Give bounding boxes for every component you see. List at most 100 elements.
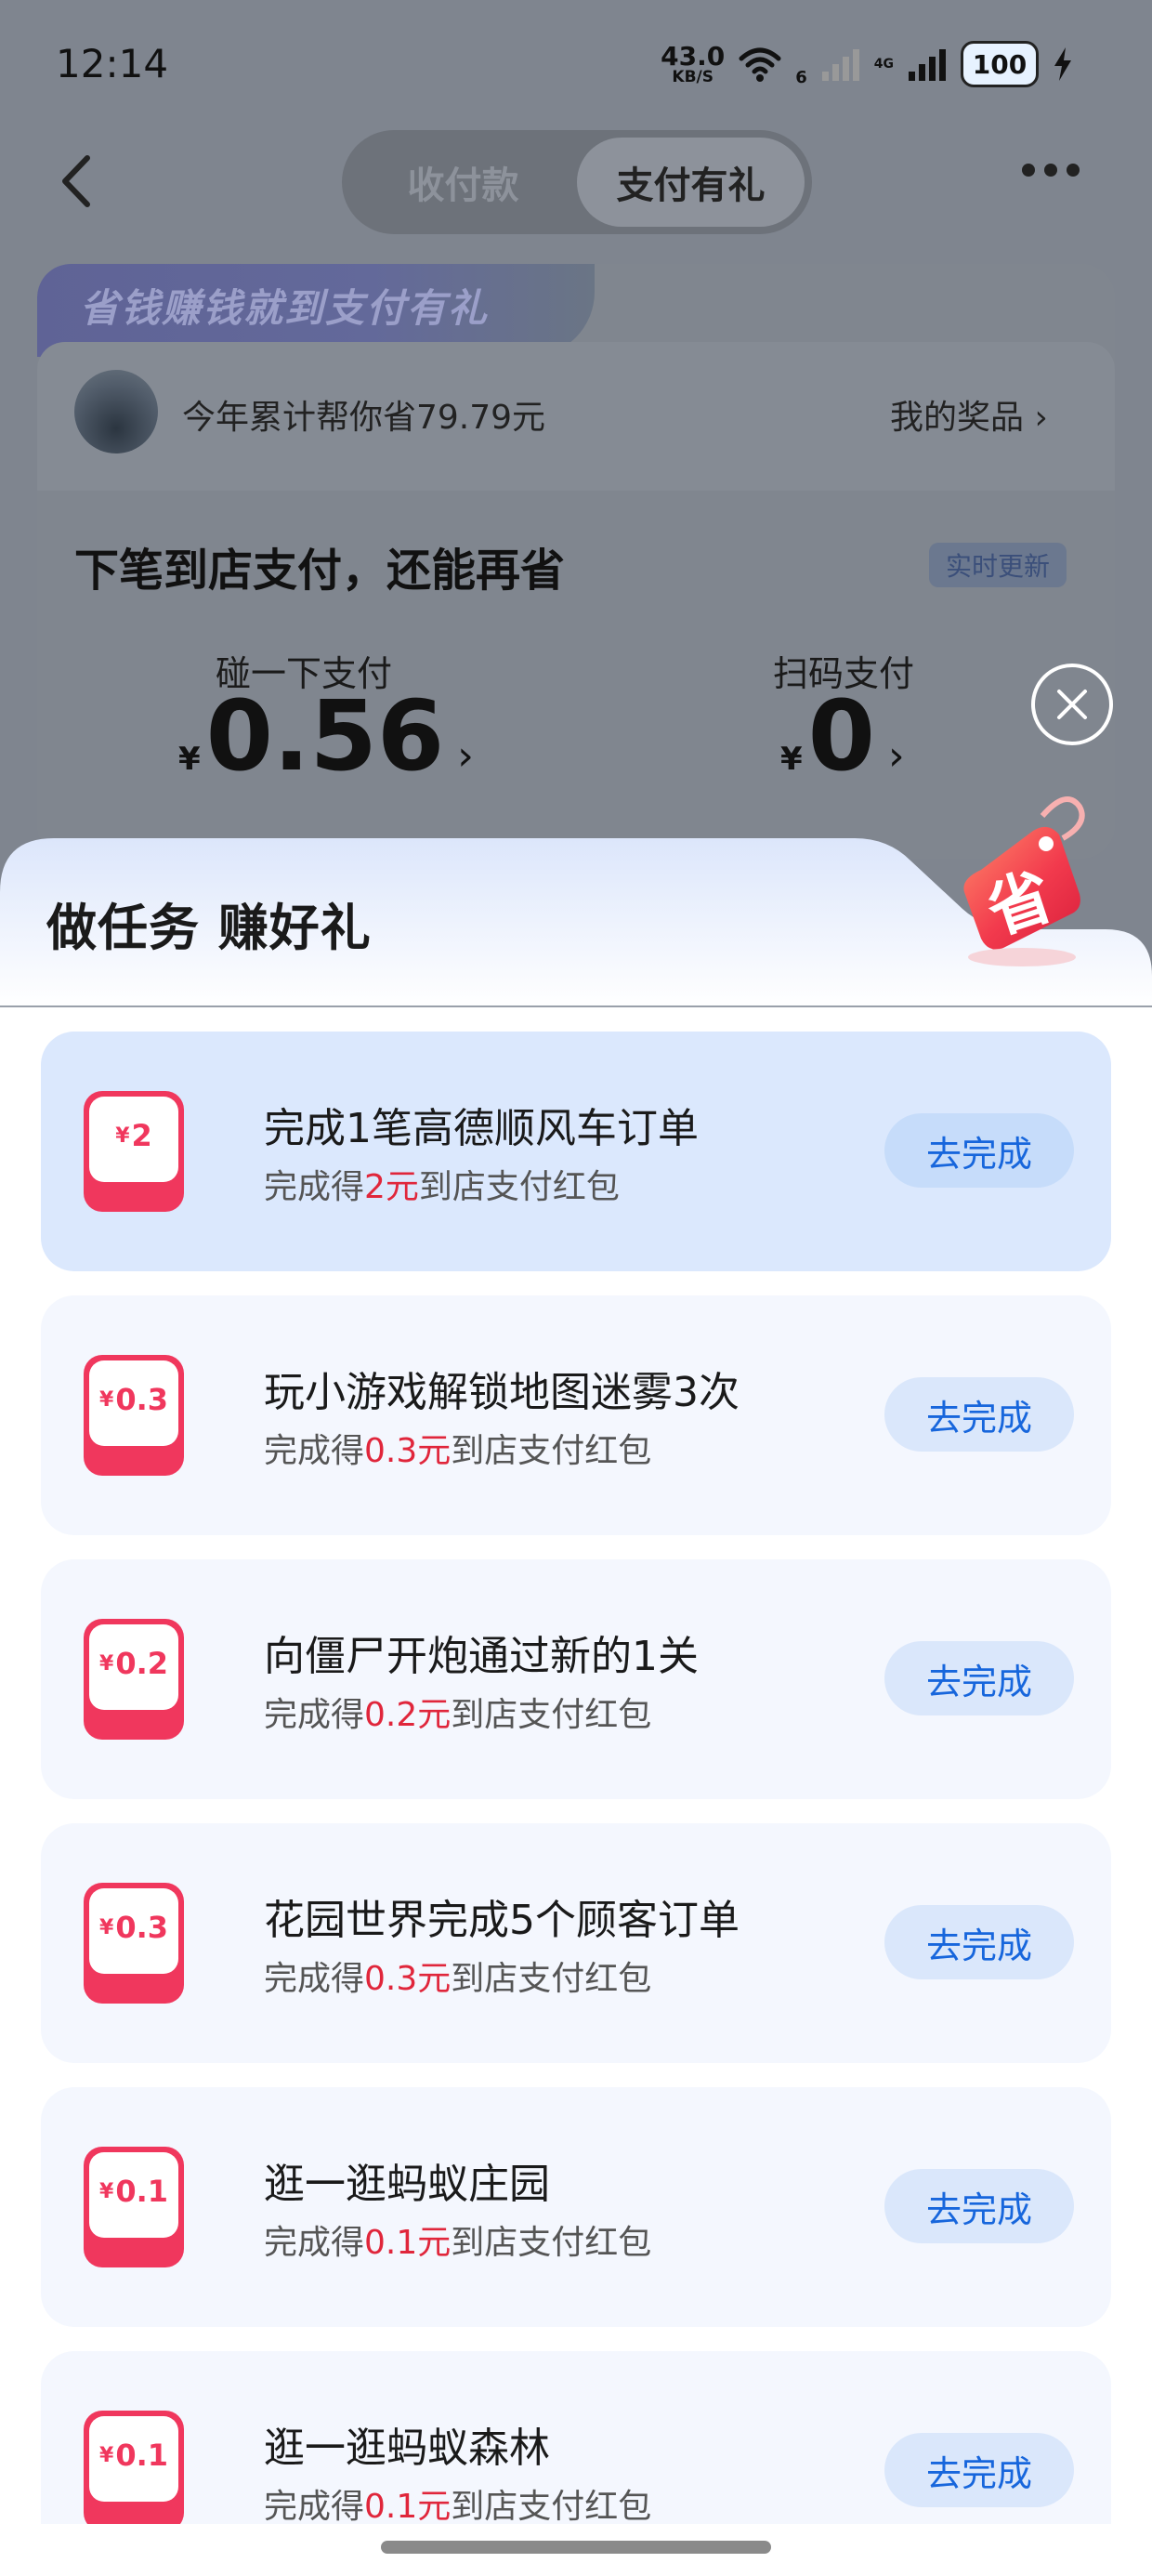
network-type: 4G <box>873 57 894 72</box>
sim-slot-label: 6 <box>795 68 807 87</box>
red-envelope-icon: ¥0.3 <box>82 1353 186 1478</box>
go-complete-button[interactable]: 去完成 <box>884 2169 1074 2243</box>
currency-symbol: ¥ <box>780 741 803 778</box>
task-reward-amount: 0.1元 <box>364 2224 452 2262</box>
yen-sign: ¥ <box>99 1915 114 1939</box>
reward-value: 2 <box>131 1118 152 1153</box>
go-complete-button[interactable]: 去完成 <box>884 1641 1074 1715</box>
savings-tag-icon: 省 <box>963 796 1085 966</box>
realtime-tag: 实时更新 <box>929 543 1067 587</box>
reward-value: 0.1 <box>115 2174 168 2209</box>
tab-pay-rewards[interactable]: 支付有礼 <box>577 138 805 227</box>
task-card[interactable]: ¥0.3 花园世界完成5个顾客订单 完成得0.3元到店支付红包 去完成 <box>41 1823 1111 2063</box>
home-indicator[interactable] <box>381 2541 771 2554</box>
red-envelope-icon: ¥0.1 <box>82 2409 186 2524</box>
task-title: 向僵尸开炮通过新的1关 <box>264 1633 699 1680</box>
task-reward-suffix: 到店支付红包 <box>418 1168 620 1206</box>
saved-amount-text: 今年累计帮你省79.79元 <box>182 399 546 437</box>
network-speed-value: 43.0 <box>661 40 726 72</box>
task-sheet-header: 做任务 赚好礼 省 <box>0 796 1152 1007</box>
task-title: 逛一逛蚂蚁森林 <box>264 2425 550 2472</box>
red-envelope-icon: ¥0.1 <box>82 2145 186 2269</box>
task-reward-prefix: 完成得 <box>264 2488 365 2524</box>
tab-receive-pay[interactable]: 收付款 <box>349 138 577 227</box>
more-options-button[interactable] <box>1022 164 1080 177</box>
tap-pay-value: 0.56 <box>205 679 445 793</box>
task-reward-desc: 完成得0.1元到店支付红包 <box>264 2215 651 2264</box>
scan-pay-value: 0 <box>807 679 876 793</box>
task-title: 花园世界完成5个顾客订单 <box>264 1897 740 1944</box>
task-reward-suffix: 到店支付红包 <box>451 1960 652 1998</box>
task-reward-amount: 0.3元 <box>364 1960 452 1998</box>
network-speed: 43.0 KB/S <box>661 40 726 86</box>
more-dot-icon <box>1022 164 1035 177</box>
reward-value: 0.3 <box>115 1910 168 1945</box>
task-reward-suffix: 到店支付红包 <box>451 2488 652 2524</box>
task-title: 逛一逛蚂蚁庄园 <box>264 2161 550 2208</box>
task-reward-desc: 完成得0.3元到店支付红包 <box>264 1424 651 1472</box>
yen-sign: ¥ <box>99 2179 114 2203</box>
task-card[interactable]: ¥0.2 向僵尸开炮通过新的1关 完成得0.2元到店支付红包 去完成 <box>41 1559 1111 1799</box>
section-title: 下笔到店支付，还能再省 <box>74 545 566 597</box>
yen-sign: ¥ <box>99 1651 114 1676</box>
savings-card: 省钱赚钱就到支付有礼 今年累计帮你省79.79元 我的奖品 › 下笔到店支付，还… <box>37 264 1115 859</box>
task-title: 完成1笔高德顺风车订单 <box>264 1105 699 1152</box>
task-reward-desc: 完成得0.2元到店支付红包 <box>264 1688 651 1736</box>
chevron-right-icon: › <box>457 732 474 780</box>
status-icons: 43.0 KB/S 6 4G 100 <box>661 41 1074 87</box>
task-card[interactable]: ¥2 完成1笔高德顺风车订单 完成得2元到店支付红包 去完成 <box>41 1032 1111 1271</box>
task-sheet: ¥2 完成1笔高德顺风车订单 完成得2元到店支付红包 去完成 ¥0.3 玩小游戏解锁地图迷… <box>0 1005 1152 2524</box>
reward-amount-label: ¥0.3 <box>82 1881 186 1974</box>
chevron-left-icon <box>62 155 90 207</box>
status-bar: 12:14 43.0 KB/S 6 4G 100 <box>0 0 1152 130</box>
reward-amount-label: ¥0.3 <box>82 1353 186 1446</box>
battery-indicator: 100 <box>961 41 1039 87</box>
task-reward-prefix: 完成得 <box>264 1960 365 1998</box>
go-complete-button[interactable]: 去完成 <box>884 1113 1074 1188</box>
yen-sign: ¥ <box>99 2443 114 2467</box>
charging-icon <box>1054 47 1071 81</box>
task-reward-desc: 完成得2元到店支付红包 <box>264 1160 620 1208</box>
go-complete-button[interactable]: 去完成 <box>884 1905 1074 1979</box>
task-reward-desc: 完成得0.3元到店支付红包 <box>264 1952 651 2000</box>
status-time: 12:14 <box>56 41 169 86</box>
task-reward-prefix: 完成得 <box>264 1432 365 1470</box>
gesture-nav-bar <box>0 2524 1152 2576</box>
task-reward-amount: 0.2元 <box>364 1696 452 1734</box>
red-envelope-icon: ¥2 <box>82 1089 186 1214</box>
reward-value: 0.3 <box>115 1382 168 1417</box>
currency-symbol: ¥ <box>178 741 201 778</box>
reward-value: 0.1 <box>115 2438 168 2473</box>
savings-banner-text: 省钱赚钱就到支付有礼 <box>80 285 490 331</box>
reward-amount-label: ¥0.2 <box>82 1617 186 1710</box>
task-card[interactable]: ¥0.1 逛一逛蚂蚁庄园完成得0.1元到店支付红包 去完成 <box>41 2087 1111 2327</box>
close-icon <box>1057 690 1087 719</box>
signal-weak-icon <box>821 49 859 81</box>
tab-switcher: 收付款 支付有礼 <box>342 130 812 234</box>
reward-amount-label: ¥0.1 <box>82 2145 186 2238</box>
task-reward-prefix: 完成得 <box>264 1696 365 1734</box>
go-complete-button[interactable]: 去完成 <box>884 2433 1074 2507</box>
reward-amount-label: ¥0.1 <box>82 2409 186 2502</box>
chevron-right-icon: › <box>888 732 905 780</box>
scan-pay-amount[interactable]: ¥ 0 › <box>780 688 905 784</box>
network-speed-unit: KB/S <box>672 67 713 86</box>
task-reward-prefix: 完成得 <box>264 2224 365 2262</box>
task-card[interactable]: ¥0.1 逛一逛蚂蚁森林完成得0.1元到店支付红包 去完成 <box>41 2351 1111 2524</box>
avatar <box>74 370 158 453</box>
signal-strong-icon <box>909 49 946 81</box>
task-reward-amount: 0.1元 <box>364 2488 452 2524</box>
more-dot-icon <box>1067 164 1080 177</box>
my-prizes-link[interactable]: 我的奖品 › <box>890 390 1048 439</box>
task-reward-prefix: 完成得 <box>264 1168 365 1206</box>
task-reward-suffix: 到店支付红包 <box>451 1696 652 1734</box>
task-reward-suffix: 到店支付红包 <box>451 1432 652 1470</box>
task-card[interactable]: ¥0.3 玩小游戏解锁地图迷雾3次 完成得0.3元到店支付红包 去完成 <box>41 1295 1111 1535</box>
back-button[interactable] <box>52 149 98 214</box>
tap-pay-amount[interactable]: ¥ 0.56 › <box>178 688 474 784</box>
task-reward-amount: 2元 <box>364 1168 419 1206</box>
red-envelope-icon: ¥0.2 <box>82 1617 186 1741</box>
close-sheet-button[interactable] <box>1031 664 1113 745</box>
go-complete-button[interactable]: 去完成 <box>884 1377 1074 1452</box>
reward-value: 0.2 <box>115 1646 168 1681</box>
